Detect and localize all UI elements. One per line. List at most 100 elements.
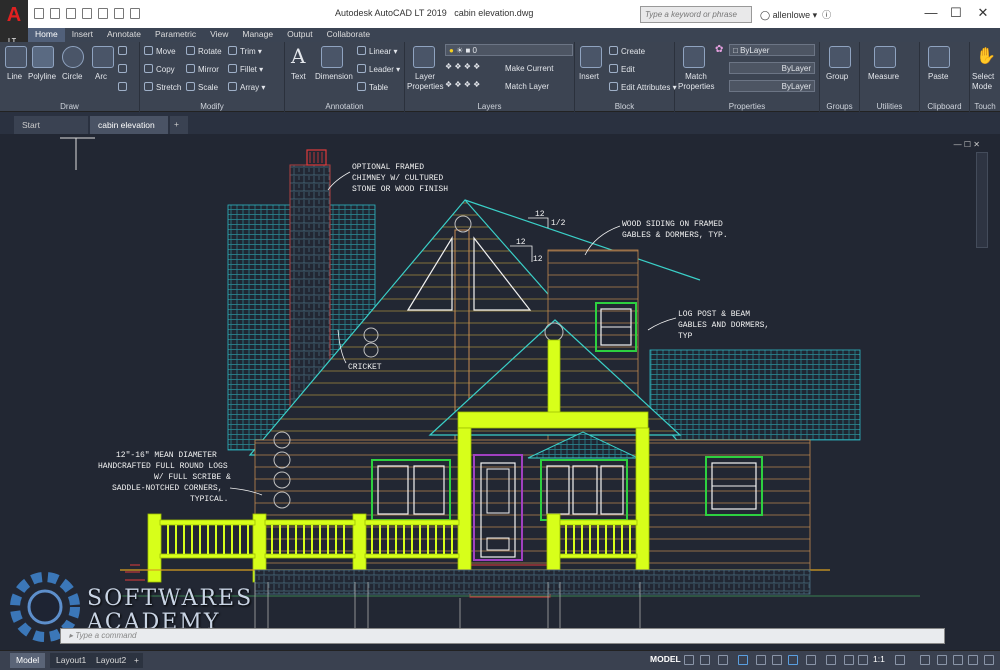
move-button[interactable]: Move bbox=[144, 46, 176, 56]
layer-properties-icon[interactable] bbox=[413, 46, 435, 68]
scale-button[interactable]: Scale bbox=[186, 82, 218, 92]
snap-icon[interactable] bbox=[700, 655, 710, 665]
tab-manage[interactable]: Manage bbox=[235, 28, 280, 42]
new-icon[interactable] bbox=[34, 8, 44, 19]
model-space-toggle[interactable]: MODEL bbox=[650, 654, 681, 664]
utilities-panel-label[interactable]: Utilities bbox=[860, 102, 919, 111]
tab-view[interactable]: View bbox=[203, 28, 235, 42]
isodraft-icon[interactable] bbox=[756, 655, 766, 665]
annotation-scale-value[interactable]: 1:1 bbox=[873, 654, 885, 664]
tab-layout2[interactable]: Layout2 bbox=[90, 653, 133, 668]
polar-icon[interactable] bbox=[738, 655, 748, 665]
group-button[interactable]: Group bbox=[826, 72, 848, 81]
add-layout-button[interactable]: + bbox=[130, 653, 143, 668]
close-button[interactable]: ✕ bbox=[972, 4, 994, 22]
grid-icon[interactable] bbox=[684, 655, 694, 665]
open-icon[interactable] bbox=[50, 8, 60, 19]
fillet-button[interactable]: Fillet ▾ bbox=[228, 64, 263, 74]
redo-icon[interactable] bbox=[130, 8, 140, 19]
arc-button[interactable]: Arc bbox=[95, 72, 107, 81]
properties-panel-label[interactable]: Properties bbox=[675, 102, 819, 111]
copy-button[interactable]: Copy bbox=[144, 64, 175, 74]
match-properties-icon[interactable] bbox=[683, 46, 705, 68]
circle-button[interactable]: Circle bbox=[62, 72, 82, 81]
line-icon[interactable] bbox=[5, 46, 27, 68]
color-dropdown[interactable]: □ ByLayer bbox=[729, 44, 815, 56]
tab-home[interactable]: Home bbox=[28, 28, 65, 42]
stretch-button[interactable]: Stretch bbox=[144, 82, 181, 92]
block-panel-label[interactable]: Block bbox=[575, 102, 674, 111]
cloud-icon[interactable] bbox=[98, 8, 108, 19]
measure-icon[interactable] bbox=[874, 46, 896, 68]
edit-attributes-button[interactable]: Edit Attributes ▾ bbox=[609, 82, 677, 92]
viewport-controls[interactable]: — ☐ ✕ bbox=[954, 140, 980, 149]
tab-parametric[interactable]: Parametric bbox=[148, 28, 203, 42]
polyline-icon[interactable] bbox=[32, 46, 54, 68]
layers-panel-label[interactable]: Layers bbox=[405, 102, 574, 111]
clean-screen-icon[interactable] bbox=[968, 655, 978, 665]
tab-output[interactable]: Output bbox=[280, 28, 320, 42]
insert-block-icon[interactable] bbox=[580, 46, 602, 68]
circle-icon[interactable] bbox=[62, 46, 84, 68]
touch-panel-label[interactable]: Touch bbox=[970, 102, 1000, 111]
group-icon[interactable] bbox=[829, 46, 851, 68]
tab-cabin-elevation[interactable]: cabin elevation bbox=[90, 116, 168, 134]
array-button[interactable]: Array ▾ bbox=[228, 82, 265, 92]
save-as-icon[interactable] bbox=[82, 8, 92, 19]
gear-icon[interactable] bbox=[895, 655, 905, 665]
linetype-dropdown[interactable]: ByLayer bbox=[729, 62, 815, 74]
match-properties-button[interactable]: Match Properties bbox=[678, 72, 714, 92]
object-snap-tracking-icon[interactable] bbox=[772, 655, 782, 665]
linear-button[interactable]: Linear ▾ bbox=[357, 46, 398, 56]
ellipse-icon[interactable] bbox=[118, 82, 130, 92]
paste-icon[interactable] bbox=[928, 46, 950, 68]
clipboard-panel-label[interactable]: Clipboard bbox=[920, 102, 969, 111]
lineweight-icon[interactable] bbox=[806, 655, 816, 665]
lineweight-dropdown[interactable]: ByLayer bbox=[729, 80, 815, 92]
text-icon[interactable]: A bbox=[291, 44, 305, 68]
measure-button[interactable]: Measure bbox=[868, 72, 899, 81]
help-icon[interactable]: ⓘ bbox=[822, 10, 831, 20]
tab-model[interactable]: Model bbox=[10, 653, 46, 668]
hand-icon[interactable]: ✋ bbox=[976, 46, 996, 66]
arc-icon[interactable] bbox=[92, 46, 114, 68]
dimension-button[interactable]: Dimension bbox=[315, 72, 353, 81]
isolate-objects-icon[interactable] bbox=[937, 655, 947, 665]
dimension-icon[interactable] bbox=[321, 46, 343, 68]
paste-button[interactable]: Paste bbox=[928, 72, 948, 81]
object-snap-icon[interactable] bbox=[788, 655, 798, 665]
color-wheel-icon[interactable]: ✿ bbox=[715, 44, 723, 55]
tab-start[interactable]: Start bbox=[14, 116, 88, 134]
groups-panel-label[interactable]: Groups bbox=[820, 102, 859, 111]
layer-properties-button[interactable]: Layer Properties bbox=[407, 72, 443, 92]
annotation-visibility-icon[interactable] bbox=[826, 655, 836, 665]
undo-icon[interactable] bbox=[114, 8, 124, 19]
annotation-panel-label[interactable]: Annotation bbox=[285, 102, 404, 111]
search-input[interactable]: Type a keyword or phrase bbox=[640, 6, 752, 23]
tab-layout1[interactable]: Layout1 bbox=[50, 653, 93, 668]
rotate-button[interactable]: Rotate bbox=[186, 46, 222, 56]
customization-icon[interactable] bbox=[984, 655, 994, 665]
make-current-button[interactable]: Make Current bbox=[505, 64, 553, 73]
hardware-acceleration-icon[interactable] bbox=[953, 655, 963, 665]
edit-block-button[interactable]: Edit bbox=[609, 64, 635, 74]
auto-scale-icon[interactable] bbox=[844, 655, 854, 665]
match-layer-button[interactable]: Match Layer bbox=[505, 82, 549, 91]
layer-dropdown[interactable]: ● ☀ ■ 0 bbox=[445, 44, 573, 56]
select-mode-button[interactable]: Select Mode bbox=[972, 72, 1000, 92]
navigation-bar[interactable] bbox=[976, 152, 988, 248]
command-line-input[interactable]: ▸ Type a command bbox=[60, 628, 945, 644]
trim-button[interactable]: Trim ▾ bbox=[228, 46, 262, 56]
insert-button[interactable]: Insert bbox=[579, 72, 599, 81]
tab-annotate[interactable]: Annotate bbox=[100, 28, 148, 42]
app-menu-button[interactable]: ALT bbox=[0, 0, 28, 45]
user-account[interactable]: ◯ allenlowe ▾ ⓘ bbox=[760, 8, 831, 21]
leader-button[interactable]: Leader ▾ bbox=[357, 64, 400, 74]
rectangle-icon[interactable] bbox=[118, 46, 130, 56]
annotation-scale-icon[interactable] bbox=[858, 655, 868, 665]
draw-panel-label[interactable]: Draw bbox=[0, 102, 139, 111]
modify-panel-label[interactable]: Modify bbox=[140, 102, 284, 111]
tab-insert[interactable]: Insert bbox=[65, 28, 100, 42]
table-button[interactable]: Table bbox=[357, 82, 388, 92]
tab-collaborate[interactable]: Collaborate bbox=[320, 28, 377, 42]
